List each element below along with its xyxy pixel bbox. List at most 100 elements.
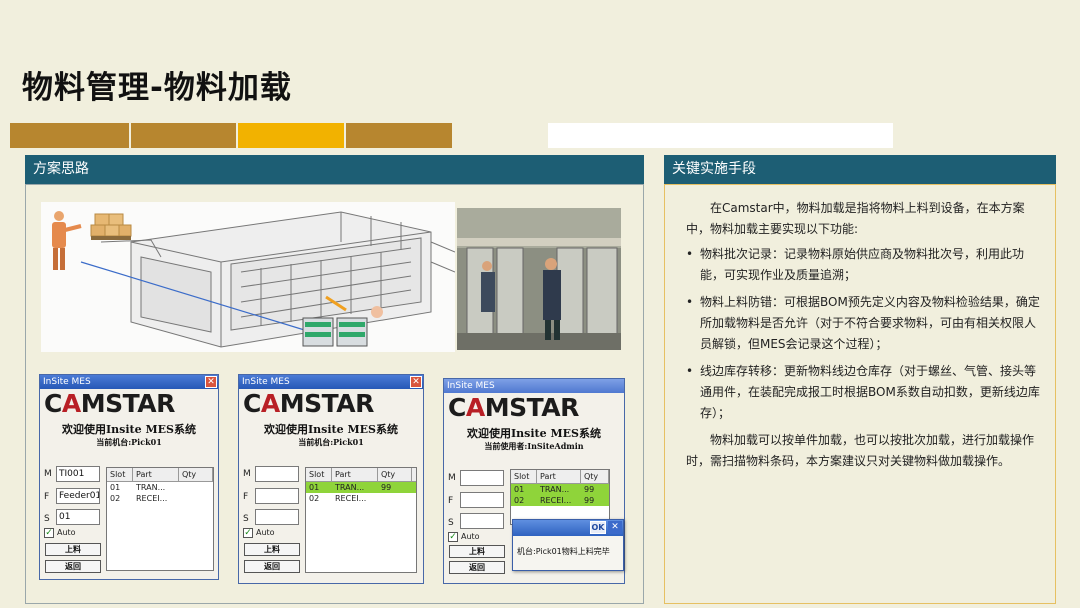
table-row[interactable]: 01 TRAN... 99 (306, 482, 416, 493)
back-button[interactable]: 返回 (449, 561, 505, 574)
back-button[interactable]: 返回 (244, 560, 300, 573)
table-row[interactable]: 01 TRAN... (107, 482, 213, 493)
f-label: F (243, 492, 249, 502)
table-row[interactable]: 02 RECEI... (306, 493, 416, 504)
table-row[interactable]: 02 RECEI... (107, 493, 213, 504)
factory-photo (457, 208, 621, 350)
ok-button[interactable]: OK (590, 521, 606, 534)
load-button[interactable]: 上料 (449, 545, 505, 558)
load-button[interactable]: 上料 (45, 543, 101, 556)
mes-title: InSite MES (43, 377, 91, 387)
mes-window-2: InSite MES ✕ CAMSTAR 欢迎使用Insite MES系统 当前机… (238, 374, 424, 584)
left-panel-heading: 方案思路 (25, 155, 644, 184)
factory-drawing (457, 208, 621, 350)
close-icon[interactable]: ✕ (410, 376, 422, 388)
welcome-text: 欢迎使用Insite MES系统 (264, 423, 398, 436)
m-input[interactable] (460, 470, 504, 486)
slot-cell: 02 (309, 494, 320, 503)
s-input[interactable] (460, 513, 504, 529)
qty-cell (179, 493, 213, 504)
column-header: Qty (179, 468, 213, 481)
feature-list: 物料批次记录：记录物料原始供应商及物料批次号，利用此功能，可实现作业及质量追溯；… (686, 244, 1044, 424)
auto-checkbox[interactable]: ✓ (448, 532, 458, 542)
f-label: F (44, 492, 50, 502)
table-header: Slot Part Qty (107, 468, 213, 482)
intro-text: 在Camstar中，物料加载是指将物料上料到设备，在本方案中，物料加载主要实现以… (686, 201, 1025, 236)
load-button[interactable]: 上料 (244, 543, 300, 556)
f-input[interactable] (255, 488, 299, 504)
qty-cell (378, 493, 412, 504)
part-cell: TRAN... (540, 485, 570, 494)
m-input[interactable] (255, 466, 299, 482)
m-input[interactable]: TI001 (56, 466, 100, 482)
mes-window-1: InSite MES ✕ CAMSTAR 欢迎使用Insite MES系统 当前机… (39, 374, 219, 580)
auto-checkbox[interactable]: ✓ (243, 528, 253, 538)
auto-label: Auto (256, 528, 275, 537)
machine-drawing (52, 211, 455, 348)
table-header: Slot Part Qty (306, 468, 416, 482)
dialog-title-bar: OK ✕ (513, 520, 623, 536)
current-station: 当前机台:Pick01 (298, 437, 364, 447)
welcome-text: 欢迎使用Insite MES系统 (467, 427, 601, 440)
mes-title-bar: InSite MES ✕ (239, 375, 423, 389)
dialog-message: 机台:Pick01物料上料完毕 (517, 547, 610, 556)
column-header: Part (133, 468, 179, 481)
page-title: 物料管理-物料加载 (22, 70, 292, 106)
s-label: S (44, 514, 50, 524)
color-bar-5 (548, 123, 893, 148)
part-cell: TRAN... (335, 483, 365, 492)
close-icon[interactable]: ✕ (205, 376, 217, 388)
slot-cell: 01 (309, 483, 320, 492)
machine-illustration (41, 202, 455, 352)
color-bar-3 (238, 123, 344, 148)
column-header: Slot (511, 470, 537, 483)
right-panel-content: 在Camstar中，物料加载是指将物料上料到设备，在本方案中，物料加载主要实现以… (686, 198, 1044, 472)
table-row[interactable]: 01 TRAN... 99 (511, 484, 609, 495)
mes-title-bar: InSite MES ✕ (40, 375, 218, 389)
camstar-logo: CAMSTAR (243, 389, 374, 418)
m-label: M (44, 469, 52, 479)
slot-table: Slot Part Qty 01 TRAN... 99 02 RECEI... … (510, 469, 610, 525)
list-item: 物料上料防错：可根据BOM预先定义内容及物料检验结果，确定所加载物料是否允许（对… (686, 292, 1044, 355)
s-label: S (448, 518, 454, 528)
s-input[interactable] (255, 509, 299, 525)
color-bar-2 (131, 123, 236, 148)
f-input[interactable]: Feeder01 (56, 488, 100, 504)
column-header: Slot (107, 468, 133, 481)
slot-cell: 02 (110, 494, 121, 503)
material-boxes (90, 213, 132, 240)
current-user: 当前使用者:InSiteAdmin (484, 441, 584, 451)
qty-cell: 99 (584, 485, 595, 494)
column-header: Part (332, 468, 378, 481)
part-cell: RECEI... (540, 496, 572, 505)
auto-checkbox[interactable]: ✓ (44, 528, 54, 538)
qty-cell (179, 482, 213, 493)
machine-outline (100, 211, 455, 348)
color-bar-1 (10, 123, 129, 148)
table-row[interactable]: 02 RECEI... 99 (511, 495, 609, 506)
f-label: F (448, 496, 454, 506)
column-header: Qty (581, 470, 609, 483)
slot-cell: 02 (514, 496, 525, 505)
back-button[interactable]: 返回 (45, 560, 101, 573)
column-header: Part (537, 470, 581, 483)
f-input[interactable] (460, 492, 504, 508)
slot-table: Slot Part Qty 01 TRAN... 99 02 RECEI... (305, 467, 417, 573)
current-station: 当前机台:Pick01 (96, 437, 162, 447)
auto-label: Auto (57, 528, 76, 537)
mes-window-3: InSite MES CAMSTAR 欢迎使用Insite MES系统 当前使用… (443, 378, 625, 584)
mes-title-bar: InSite MES (444, 379, 624, 393)
s-input[interactable]: 01 (56, 509, 100, 525)
worker-figure (52, 211, 82, 270)
mes-title: InSite MES (242, 377, 290, 387)
qty-cell: 99 (584, 496, 595, 505)
part-cell: TRAN... (136, 483, 166, 492)
m-label: M (243, 469, 251, 479)
right-panel-heading: 关键实施手段 (664, 155, 1056, 184)
column-header: Qty (378, 468, 412, 481)
column-header: Slot (306, 468, 332, 481)
m-label: M (448, 473, 456, 483)
close-icon[interactable]: ✕ (608, 521, 622, 534)
outro-text: 物料加载可以按单件加载，也可以按批次加载，进行加载操作时，需扫描物料条码，本方案… (686, 433, 1035, 468)
table-header: Slot Part Qty (511, 470, 609, 484)
